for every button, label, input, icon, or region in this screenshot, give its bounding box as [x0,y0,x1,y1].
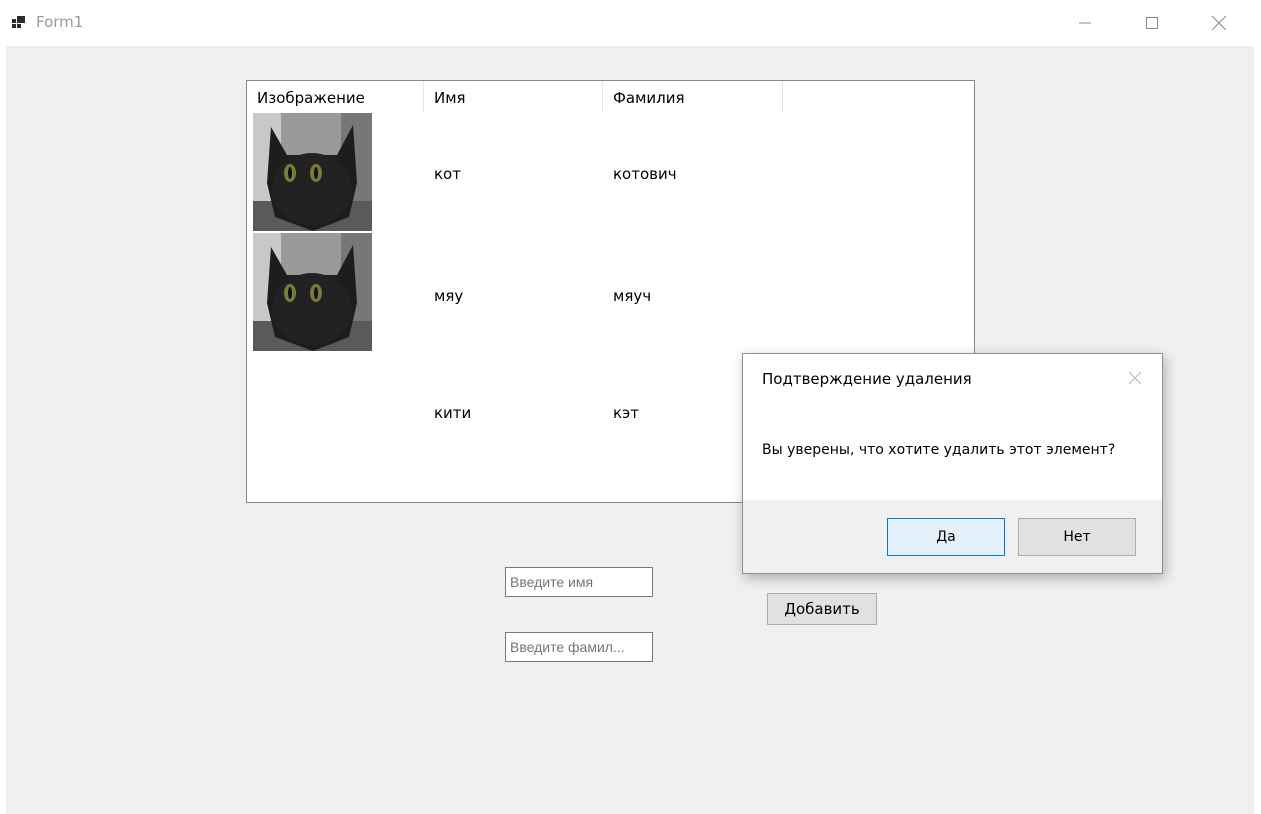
column-header-surname[interactable]: Фамилия [603,81,783,113]
maximize-icon [1146,17,1158,29]
column-header-name[interactable]: Имя [424,81,603,113]
minimize-icon [1079,22,1091,24]
listview-row[interactable]: кот котович [247,113,974,231]
row-surname: кэт [613,404,640,422]
row-name: кот [434,165,461,183]
surname-input[interactable] [505,632,653,662]
name-input[interactable] [505,567,653,597]
column-header-image[interactable]: Изображение [247,81,424,113]
maximize-button[interactable] [1121,0,1183,46]
row-surname: мяуч [613,287,652,305]
row-name: мяу [434,287,464,305]
window-title: Form1 [36,13,84,31]
close-window-button[interactable] [1188,0,1250,46]
close-icon [1212,16,1226,30]
listview-row[interactable]: мяу мяуч [247,233,974,351]
yes-button[interactable]: Да [887,518,1005,556]
minimize-button[interactable] [1054,0,1116,46]
cat-photo [253,113,372,231]
close-icon [1129,372,1141,384]
add-button[interactable]: Добавить [767,593,877,625]
row-name: кити [434,404,472,422]
no-button[interactable]: Нет [1018,518,1136,556]
cat-photo [253,233,372,351]
dialog-close-button[interactable] [1120,366,1150,390]
dialog-button-bar: Да Нет [743,500,1162,573]
row-surname: котович [613,165,677,183]
confirm-delete-dialog[interactable]: Подтверждение удаления Вы уверены, что х… [742,353,1163,574]
window-titlebar[interactable]: Form1 [0,0,1261,46]
app-icon [12,16,25,28]
dialog-title: Подтверждение удаления [762,370,972,388]
listview-header: Изображение Имя Фамилия [247,81,974,113]
dialog-message: Вы уверены, что хотите удалить этот элем… [762,442,1116,458]
